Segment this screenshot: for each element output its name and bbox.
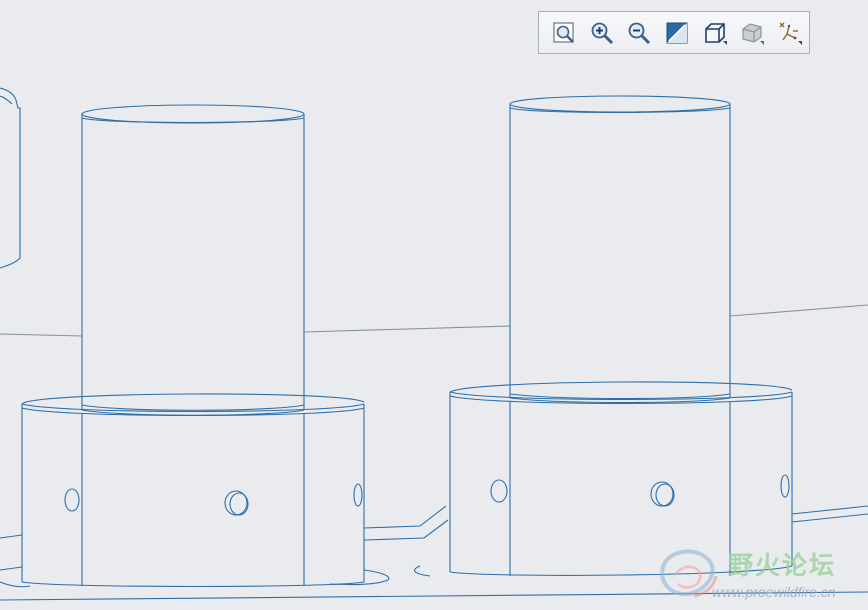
refit-icon	[553, 21, 574, 43]
refit-button[interactable]	[545, 16, 583, 50]
display-style-cube-icon	[704, 22, 727, 45]
floor-edge-line-right	[729, 304, 868, 317]
repaint-button[interactable]	[658, 16, 696, 50]
display-style-button[interactable]	[696, 16, 734, 50]
datum-display-icon	[779, 22, 803, 45]
view-toolbar	[538, 11, 810, 54]
zoom-out-icon	[628, 22, 651, 44]
zoom-in-icon	[591, 22, 613, 44]
cylinder-left-upper	[81, 104, 305, 416]
saved-views-button[interactable]	[734, 16, 772, 50]
wireframe-model	[0, 87, 868, 601]
zoom-out-button[interactable]	[620, 16, 658, 50]
repaint-icon	[666, 22, 688, 43]
cylinder-left-base	[21, 393, 365, 588]
cylinder-partial-left	[0, 87, 21, 269]
cylinder-right-upper	[509, 95, 731, 404]
floor-edge-line-middle	[303, 325, 511, 333]
cylinder-right-base	[449, 381, 793, 576]
datum-display-button[interactable]	[771, 16, 809, 50]
floor-edge-line-left	[0, 333, 83, 337]
model-viewport[interactable]	[0, 0, 868, 610]
saved-views-icon	[742, 22, 765, 45]
zoom-in-button[interactable]	[583, 16, 621, 50]
